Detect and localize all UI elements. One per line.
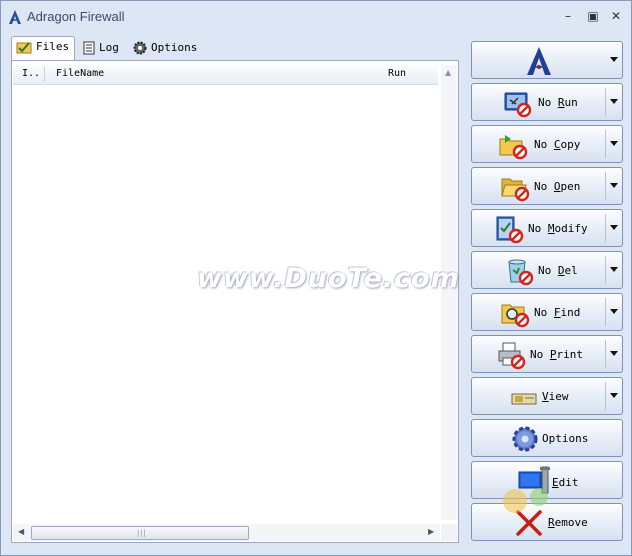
close-icon[interactable]: ✕ [607,7,625,25]
dropdown-arrow-icon[interactable] [610,57,618,62]
gear-icon [133,41,147,55]
no-print-label: No Print [530,348,583,361]
dropdown-arrow-icon[interactable] [610,309,618,314]
tab-files[interactable]: Files [11,36,76,60]
options-label: Options [542,432,589,445]
tab-log[interactable]: Log [79,38,124,59]
adragon-menu-button[interactable] [471,41,623,79]
no-modify-button[interactable]: No Modify [471,209,623,247]
scroll-left-icon[interactable]: ◀ [18,527,24,536]
button-separator [605,130,606,158]
no-del-button[interactable]: No Del [471,251,623,289]
dropdown-arrow-icon[interactable] [610,225,618,230]
no-run-icon [504,92,532,118]
files-list-panel[interactable]: I.. FileName Run ▲ ◀ ||| ▶ [11,60,459,543]
dropdown-arrow-icon[interactable] [610,99,618,104]
tab-options-label: Options [151,41,198,54]
title-bar[interactable]: Adragon Firewall – ▣ ✕ [1,1,631,33]
view-icon [511,393,537,405]
button-separator [605,340,606,368]
remove-label: Remove [548,516,588,529]
minimize-icon[interactable]: – [559,7,577,25]
button-separator [605,382,606,410]
scrollbar-corner [441,524,457,541]
column-header-index[interactable]: I.. [22,68,40,79]
adragon-app-icon [9,10,21,24]
log-document-icon [83,41,95,55]
no-delete-icon [508,259,534,286]
tab-options[interactable]: Options [129,38,202,59]
maximize-icon[interactable]: ▣ [584,7,602,25]
dropdown-arrow-icon[interactable] [610,183,618,188]
view-button[interactable]: View [471,377,623,415]
horizontal-scrollbar[interactable]: ◀ ||| ▶ [13,524,440,541]
column-divider[interactable] [44,67,45,82]
gear-icon [512,426,538,452]
no-print-button[interactable]: No Print [471,335,623,373]
no-find-button[interactable]: No Find [471,293,623,331]
remove-x-icon [516,510,542,536]
no-open-button[interactable]: No Open [471,167,623,205]
dropdown-arrow-icon[interactable] [610,141,618,146]
scroll-grip-icon: ||| [136,529,147,537]
no-copy-icon [499,135,528,160]
dropdown-arrow-icon[interactable] [610,393,618,398]
adragon-logo-icon [527,47,551,75]
site-watermark: www.DuoTe.com [197,263,460,294]
scroll-right-icon[interactable]: ▶ [428,527,434,536]
no-del-label: No Del [538,264,578,277]
button-separator [605,214,606,242]
tab-log-label: Log [99,41,119,54]
no-copy-button[interactable]: No Copy [471,125,623,163]
edit-label: Edit [552,476,579,489]
no-find-icon [501,304,530,328]
button-separator [605,172,606,200]
button-separator [605,298,606,326]
app-window: Adragon Firewall – ▣ ✕ Files Log Options [0,0,632,556]
no-modify-label: No Modify [528,222,588,235]
list-header: I.. FileName Run [13,65,438,85]
window-title: Adragon Firewall [27,9,125,24]
tab-files-label: Files [36,40,70,53]
edit-icon [518,466,550,494]
view-label: View [542,390,569,403]
options-button[interactable]: Options [471,419,623,457]
no-find-label: No Find [534,306,581,319]
no-print-icon [498,342,526,370]
edit-button[interactable]: Edit [471,461,623,499]
remove-button[interactable]: Remove [471,503,623,541]
no-open-icon [501,178,530,202]
no-run-button[interactable]: No Run [471,83,623,121]
column-header-run[interactable]: Run [388,68,406,79]
no-run-label: No Run [538,96,578,109]
button-separator [605,88,606,116]
no-open-label: No Open [534,180,581,193]
no-copy-label: No Copy [534,138,581,151]
scroll-up-icon[interactable]: ▲ [445,68,451,77]
dropdown-arrow-icon[interactable] [610,267,618,272]
column-header-filename[interactable]: FileName [56,68,104,79]
files-folder-icon [16,42,32,54]
no-modify-icon [496,216,524,244]
horizontal-scroll-thumb[interactable]: ||| [31,526,249,540]
button-separator [605,256,606,284]
dropdown-arrow-icon[interactable] [610,351,618,356]
